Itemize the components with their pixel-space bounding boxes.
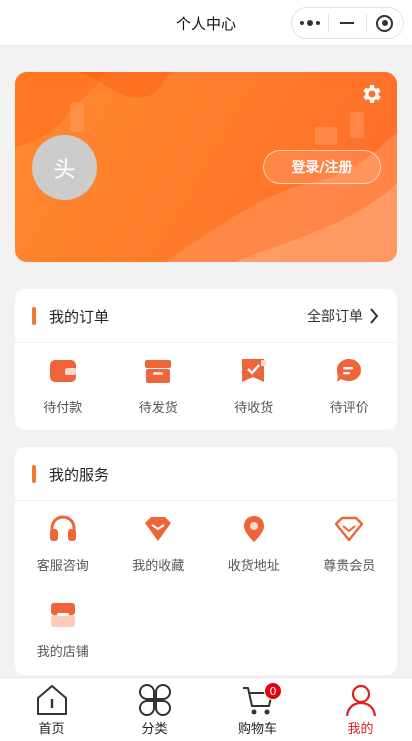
more-options-button[interactable] — [292, 8, 328, 38]
minimize-button[interactable] — [329, 8, 365, 38]
tab-cart[interactable]: 0 购物车 — [206, 678, 309, 741]
user-icon — [345, 684, 376, 717]
home-icon — [36, 685, 67, 715]
order-item-label: 待付款 — [43, 401, 83, 416]
diamond-icon — [335, 516, 364, 542]
top-navigation-bar: 个人中心 — [0, 0, 412, 46]
headset-icon — [49, 515, 76, 541]
services-title: 我的服务 — [49, 466, 110, 484]
minus-icon — [340, 22, 355, 24]
location-pin-icon — [243, 516, 264, 542]
service-item-label: 收货地址 — [227, 559, 280, 574]
tab-category[interactable]: 分类 — [103, 678, 206, 741]
service-favorites[interactable]: 我的收藏 — [111, 501, 207, 587]
bottom-tab-bar: 首页 分类 0 购物车 我的 — [0, 677, 412, 741]
all-orders-link[interactable]: 全部订单 — [307, 306, 379, 326]
target-icon — [376, 14, 394, 32]
service-item-label: 我的店铺 — [36, 645, 89, 660]
comment-icon — [337, 359, 362, 382]
heart-gem-icon — [145, 517, 172, 541]
order-item-label: 待发货 — [138, 401, 178, 416]
order-pending-shipment[interactable]: 待发货 — [111, 343, 207, 429]
tab-label: 我的 — [347, 722, 374, 737]
store-icon — [50, 603, 75, 627]
service-item-label: 我的收藏 — [132, 559, 185, 574]
category-icon — [138, 684, 171, 716]
avatar[interactable]: 头 — [32, 135, 97, 200]
cart-count-badge: 0 — [264, 682, 282, 700]
settings-gear-icon[interactable] — [359, 82, 383, 106]
orders-title: 我的订单 — [49, 308, 110, 326]
service-vip-member[interactable]: 尊贵会员 — [302, 501, 398, 587]
service-shipping-address[interactable]: 收货地址 — [206, 501, 302, 587]
mini-program-capsule — [291, 7, 404, 39]
service-item-label: 尊贵会员 — [323, 559, 376, 574]
tab-mine[interactable]: 我的 — [309, 678, 412, 741]
services-header: 我的服务 — [15, 447, 397, 501]
my-orders-card: 我的订单 全部订单 待付款 待发货 待收货 待评价 — [15, 289, 397, 430]
tab-label: 购物车 — [237, 722, 277, 737]
profile-banner: 头 登录/注册 — [15, 72, 397, 262]
more-dots-icon — [300, 20, 321, 26]
order-item-label: 待评价 — [329, 401, 369, 416]
service-my-store[interactable]: 我的店铺 — [15, 587, 111, 673]
service-item-label: 客服咨询 — [36, 559, 89, 574]
tab-home[interactable]: 首页 — [0, 678, 103, 741]
tab-label: 首页 — [38, 722, 65, 737]
login-register-button[interactable]: 登录/注册 — [263, 150, 381, 184]
order-pending-review[interactable]: 待评价 — [302, 343, 398, 429]
order-pending-receipt[interactable]: 待收货 — [206, 343, 302, 429]
orders-header: 我的订单 全部订单 — [15, 289, 397, 343]
order-pending-payment[interactable]: 待付款 — [15, 343, 111, 429]
service-customer-support[interactable]: 客服咨询 — [15, 501, 111, 587]
my-services-card: 我的服务 客服咨询 我的收藏 收货地址 尊贵会员 我的店铺 — [15, 447, 397, 675]
wallet-icon — [49, 360, 76, 382]
section-accent-bar — [32, 307, 36, 325]
order-item-label: 待收货 — [234, 401, 274, 416]
chevron-right-icon — [370, 308, 379, 324]
delivery-icon — [241, 359, 266, 382]
section-accent-bar — [32, 465, 36, 483]
tab-label: 分类 — [141, 722, 168, 737]
close-program-button[interactable] — [367, 8, 403, 38]
box-icon — [145, 360, 172, 383]
all-orders-label: 全部订单 — [307, 309, 363, 325]
